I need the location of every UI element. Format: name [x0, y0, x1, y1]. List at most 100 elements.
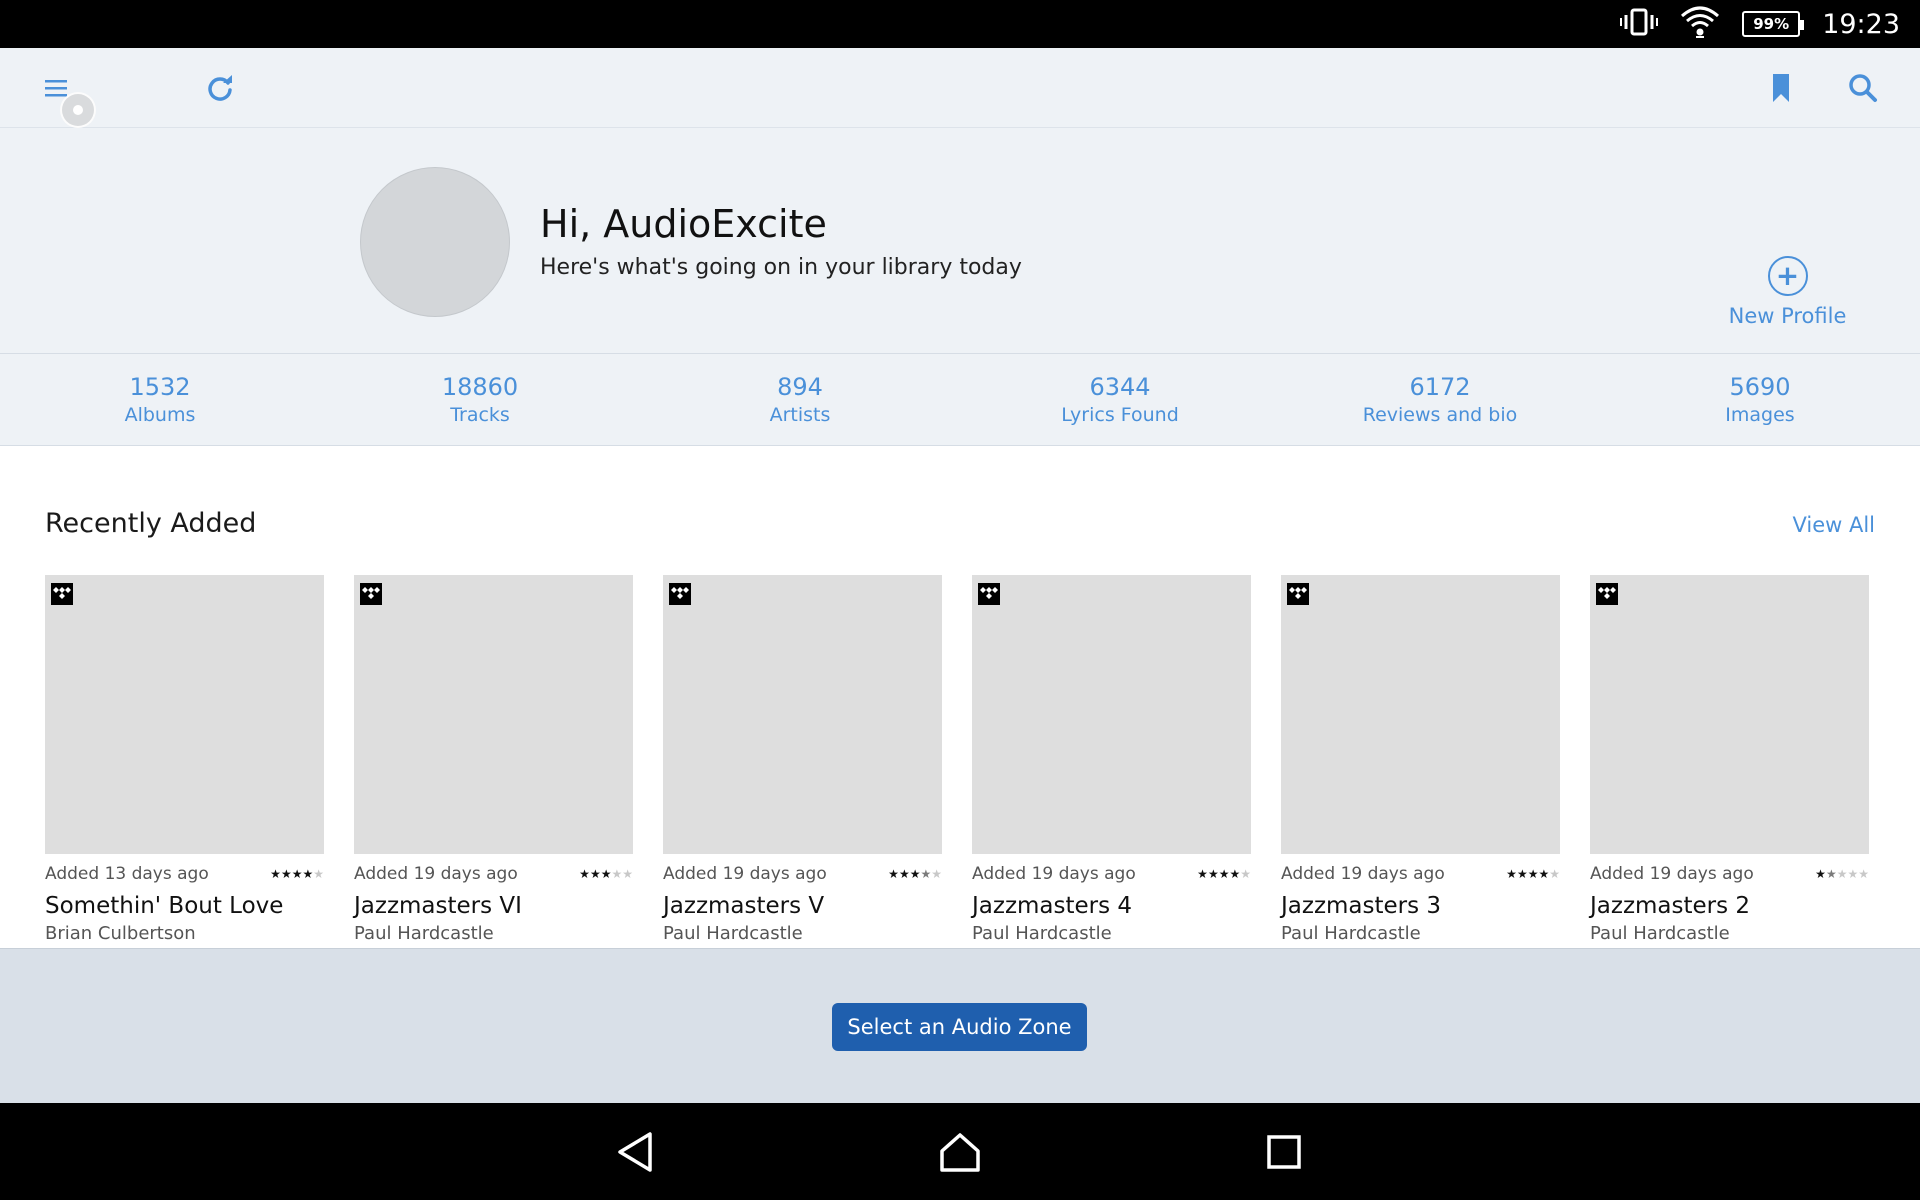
star-icon: ★ [1240, 867, 1251, 881]
added-date: Added 19 days ago [1281, 864, 1445, 884]
star-rating: ★★★★★ [1197, 867, 1251, 881]
stat-reviews[interactable]: 6172 Reviews and bio [1280, 354, 1600, 445]
star-rating: ★★★★★ [579, 867, 633, 881]
star-icon: ★ [1516, 867, 1528, 881]
star-icon: ★ [291, 867, 303, 881]
search-icon[interactable] [1841, 66, 1885, 110]
added-date: Added 19 days ago [663, 864, 827, 884]
album-card[interactable]: Added 19 days ago ★★★★★ Jazzmasters 4 Pa… [972, 575, 1251, 944]
wifi-icon [1680, 6, 1720, 42]
star-icon: ★ [1229, 867, 1241, 881]
album-title: Jazzmasters V [663, 893, 825, 919]
album-cover[interactable] [663, 575, 942, 854]
album-cover[interactable] [1590, 575, 1869, 854]
stat-lyrics[interactable]: 6344 Lyrics Found [960, 354, 1280, 445]
star-icon: ★ [1815, 867, 1826, 881]
vibrate-icon [1620, 7, 1659, 41]
refresh-icon[interactable] [198, 66, 242, 110]
recents-icon[interactable] [1259, 1127, 1309, 1177]
album-artist: Paul Hardcastle [1281, 923, 1421, 944]
bookmark-icon[interactable] [1759, 66, 1803, 110]
album-cover[interactable] [972, 575, 1251, 854]
stat-value: 6172 [1409, 373, 1471, 401]
star-icon: ★ [280, 867, 292, 881]
tidal-icon [669, 583, 691, 605]
added-date: Added 13 days ago [45, 864, 209, 884]
add-icon: + [1767, 256, 1808, 296]
status-bar: 99% 19:23 [0, 0, 1920, 48]
album-artist: Paul Hardcastle [663, 923, 803, 944]
stat-label: Albums [124, 404, 196, 426]
star-icon: ★ [1858, 867, 1869, 881]
avatar[interactable] [360, 167, 510, 317]
star-icon: ★ [888, 867, 899, 881]
album-artist: Paul Hardcastle [1590, 923, 1730, 944]
star-rating: ★★★★★ [888, 867, 942, 881]
tidal-icon [1596, 583, 1618, 605]
clock: 19:23 [1822, 8, 1900, 40]
album-cover[interactable] [1281, 575, 1560, 854]
added-date: Added 19 days ago [354, 864, 518, 884]
star-icon: ★ [1549, 867, 1560, 881]
star-icon: ★ [622, 867, 633, 881]
star-icon: ★ [1836, 867, 1848, 881]
star-icon: ★ [909, 867, 921, 881]
view-all-link[interactable]: View All [1792, 513, 1875, 537]
star-icon: ★ [589, 867, 601, 881]
album-card[interactable]: Added 13 days ago ★★★★★ Somethin' Bout L… [45, 575, 324, 944]
stat-value: 894 [777, 373, 823, 401]
stat-label: Lyrics Found [1061, 404, 1179, 426]
star-icon: ★ [1218, 867, 1230, 881]
select-audio-zone-button[interactable]: Select an Audio Zone [832, 1003, 1087, 1051]
album-artist: Paul Hardcastle [354, 923, 494, 944]
back-icon[interactable] [611, 1127, 661, 1177]
stat-value: 6344 [1089, 373, 1151, 401]
album-card[interactable]: Added 19 days ago ★★★★★ Jazzmasters 2 Pa… [1590, 575, 1869, 944]
greeting-subtitle: Here's what's going on in your library t… [540, 255, 1022, 280]
stat-artists[interactable]: 894 Artists [640, 354, 960, 445]
recent-albums-list: Added 13 days ago ★★★★★ Somethin' Bout L… [45, 575, 1875, 945]
new-profile-button[interactable]: + New Profile [1720, 256, 1855, 328]
star-icon: ★ [1538, 867, 1550, 881]
star-rating: ★★★★★ [1815, 867, 1869, 881]
stat-label: Images [1725, 404, 1795, 426]
album-cover[interactable] [45, 575, 324, 854]
touch-indicator [60, 92, 96, 128]
album-card[interactable]: Added 19 days ago ★★★★★ Jazzmasters V Pa… [663, 575, 942, 944]
top-toolbar [0, 48, 1920, 128]
stat-images[interactable]: 5690 Images [1600, 354, 1920, 445]
star-icon: ★ [313, 867, 324, 881]
star-icon: ★ [1847, 867, 1859, 881]
album-artist: Paul Hardcastle [972, 923, 1112, 944]
album-title: Jazzmasters 2 [1590, 893, 1751, 919]
home-icon[interactable] [935, 1127, 985, 1177]
star-icon: ★ [1207, 867, 1219, 881]
stat-tracks[interactable]: 18860 Tracks [320, 354, 640, 445]
stat-value: 18860 [441, 373, 519, 401]
section-title: Recently Added [45, 508, 257, 539]
album-card[interactable]: Added 19 days ago ★★★★★ Jazzmasters 3 Pa… [1281, 575, 1560, 944]
album-title: Somethin' Bout Love [45, 893, 284, 919]
star-rating: ★★★★★ [1506, 867, 1560, 881]
tidal-icon [978, 583, 1000, 605]
stat-albums[interactable]: 1532 Albums [0, 354, 320, 445]
album-cover[interactable] [354, 575, 633, 854]
system-navigation-bar [0, 1103, 1920, 1200]
album-title: Jazzmasters 4 [972, 893, 1133, 919]
star-icon: ★ [270, 867, 281, 881]
battery-level: 99% [1753, 15, 1790, 33]
star-icon: ★ [611, 867, 623, 881]
tidal-icon [1287, 583, 1309, 605]
star-icon: ★ [1825, 867, 1837, 881]
library-stats: 1532 Albums 18860 Tracks 894 Artists 634… [0, 354, 1920, 446]
album-card[interactable]: Added 19 days ago ★★★★★ Jazzmasters VI P… [354, 575, 633, 944]
stat-label: Artists [769, 404, 831, 426]
star-icon: ★ [302, 867, 314, 881]
greeting: Hi, AudioExcite [540, 202, 827, 246]
album-artist: Brian Culbertson [45, 923, 196, 944]
star-icon: ★ [1527, 867, 1539, 881]
star-icon: ★ [931, 867, 942, 881]
tidal-icon [51, 583, 73, 605]
album-title: Jazzmasters VI [354, 893, 522, 919]
new-profile-label: New Profile [1728, 304, 1847, 328]
